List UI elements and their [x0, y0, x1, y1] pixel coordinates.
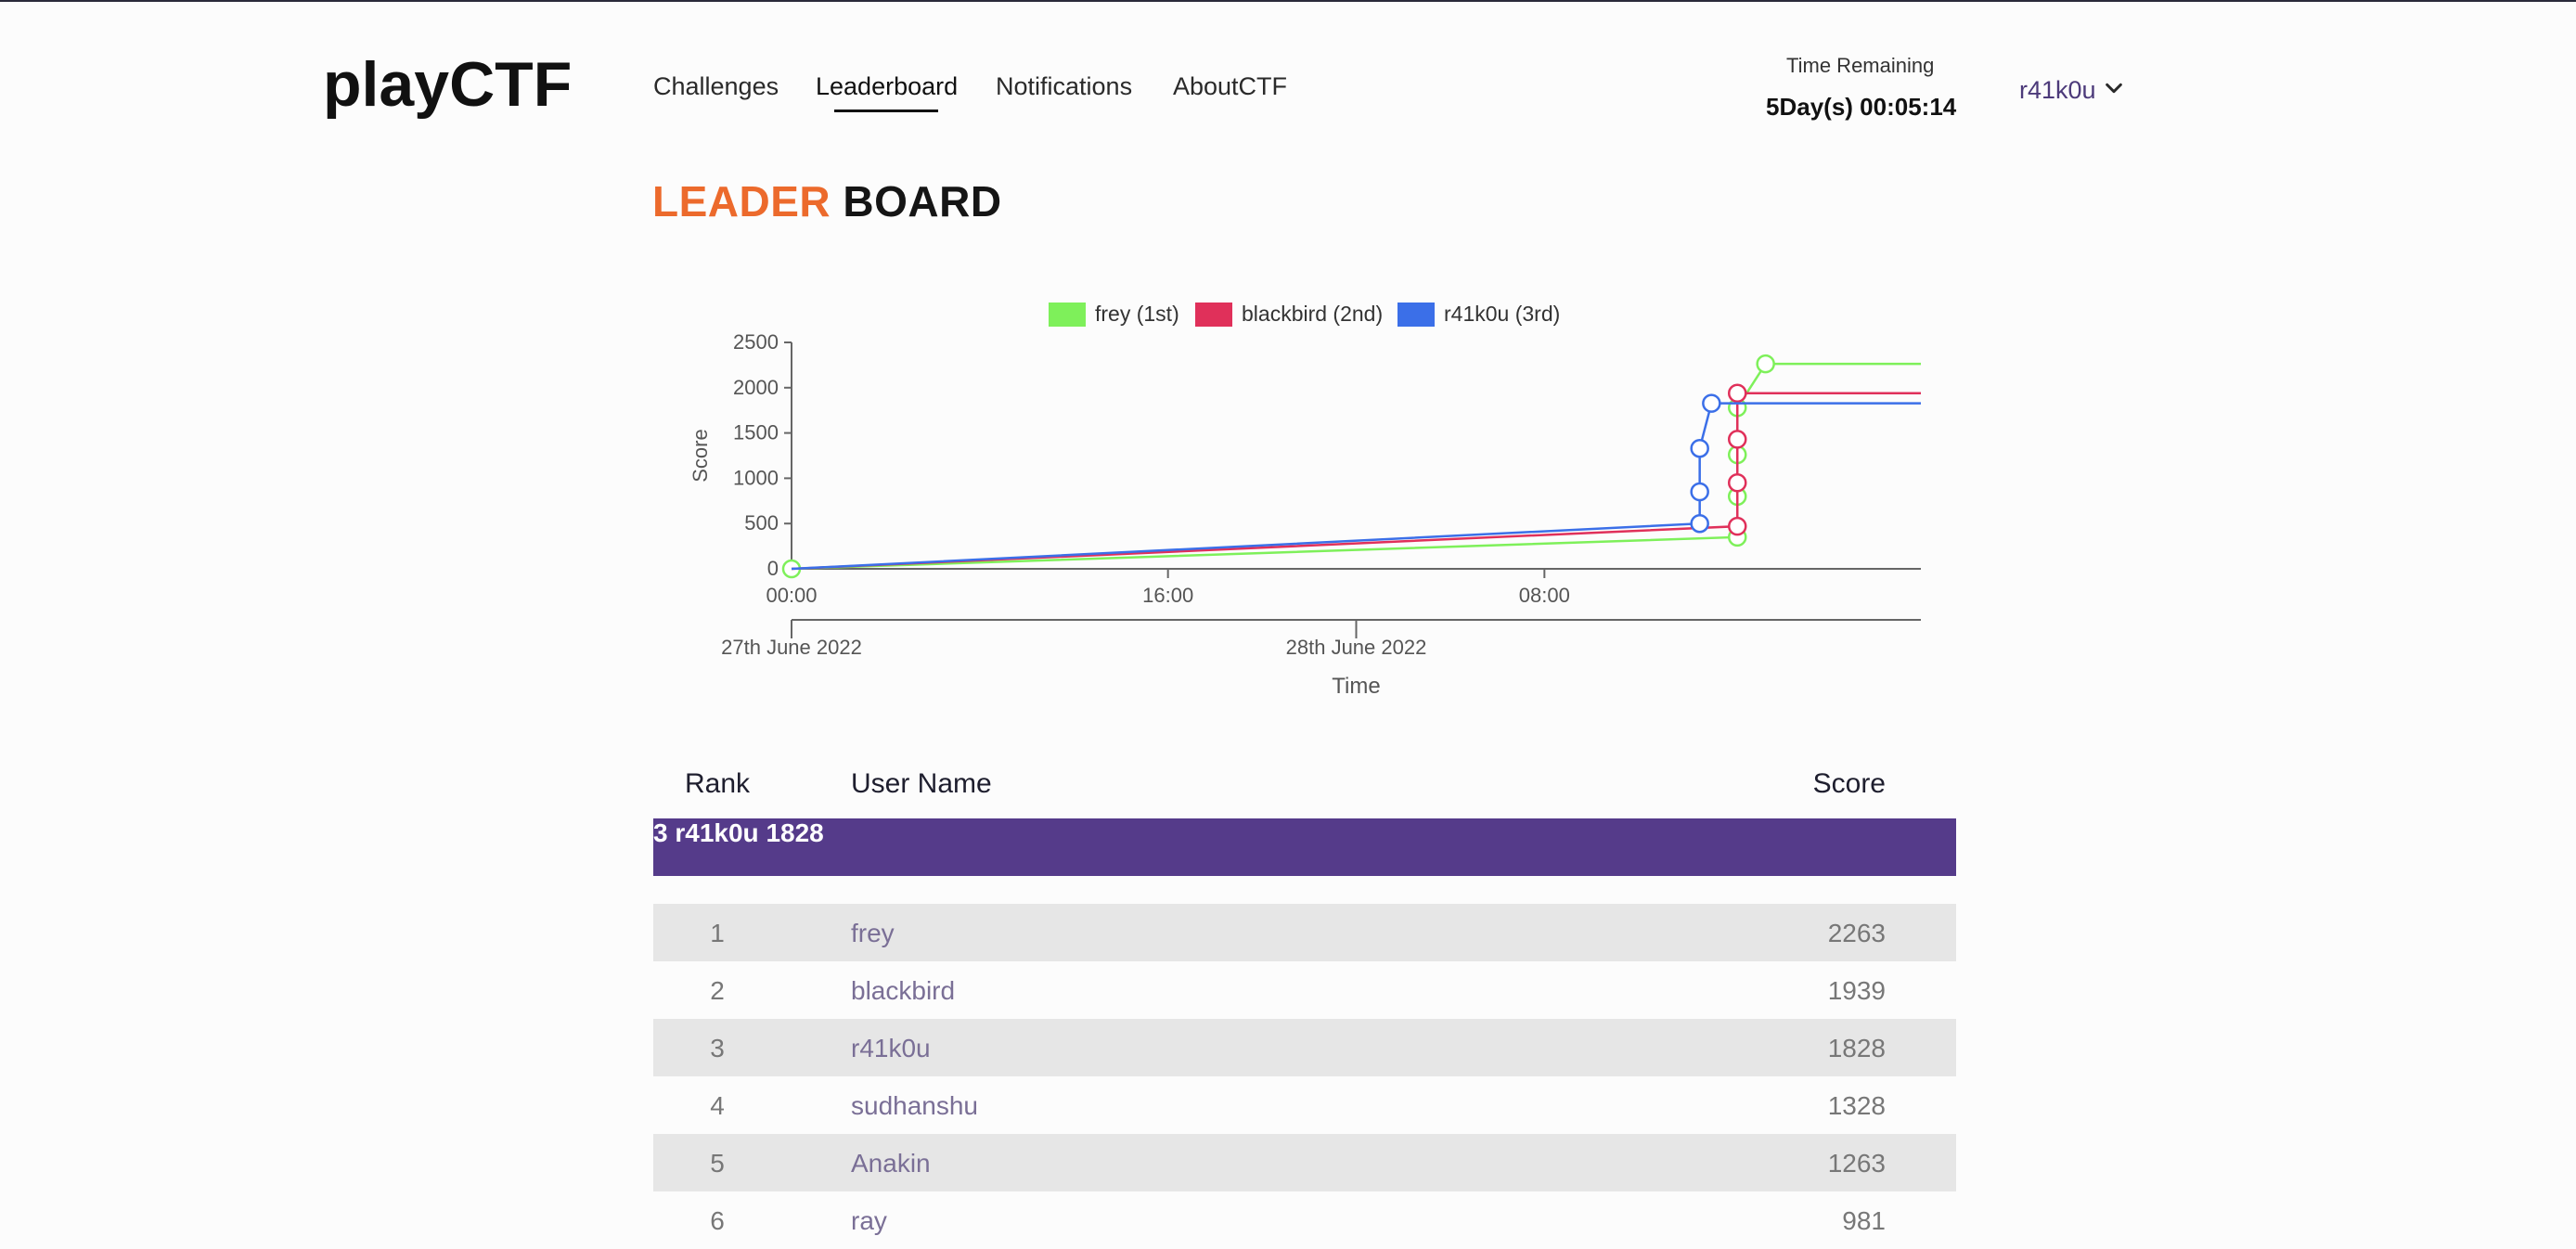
y-tick-label: 2000: [733, 376, 779, 399]
row-rank: 4: [710, 1091, 725, 1120]
date-tick-label: 28th June 2022: [1286, 636, 1427, 659]
current-user-score: 1828: [766, 818, 824, 847]
legend-label: r41k0u (3rd): [1444, 302, 1560, 326]
y-axis-title: Score: [689, 429, 712, 482]
row-rank: 5: [710, 1149, 725, 1178]
x-tick-label: 16:00: [1142, 584, 1193, 607]
nav-aboutctf[interactable]: AboutCTF: [1173, 72, 1287, 101]
data-point: [1702, 393, 1721, 413]
row-name[interactable]: r41k0u: [851, 1034, 931, 1063]
y-tick-label: 500: [744, 511, 779, 534]
data-point: [1727, 473, 1747, 493]
row-name[interactable]: ray: [851, 1206, 887, 1236]
y-tick-label: 1000: [733, 466, 779, 489]
series-line: [791, 392, 1921, 571]
y-tick-label: 2500: [733, 330, 779, 354]
nav-leaderboard[interactable]: Leaderboard: [816, 72, 958, 101]
user-menu[interactable]: r41k0u: [2019, 76, 2124, 105]
row-score: 1828: [1827, 1034, 1886, 1062]
data-point: [1690, 513, 1709, 534]
leaderboard-header: Rank User Name Score: [653, 768, 1956, 813]
score-header: Score: [1812, 768, 1886, 799]
series-line: [791, 362, 1921, 571]
row-score: 1328: [1827, 1091, 1886, 1120]
row-rank: 6: [710, 1206, 725, 1235]
data-point: [1727, 516, 1747, 536]
score-chart: 0 500 1000 1500 2000 2500 00:00 16:00 08:00 27th …: [689, 302, 1921, 699]
time-remaining-value: 5Day(s) 00:05:14: [1766, 93, 1957, 121]
row-rank: 3: [710, 1034, 725, 1062]
current-user-name: r41k0u: [675, 818, 759, 847]
legend-swatch: [1049, 303, 1086, 327]
row-name[interactable]: frey: [851, 919, 895, 948]
x-tick-label: 08:00: [1519, 584, 1570, 607]
time-remaining-label: Time Remaining: [1786, 54, 1935, 77]
table-row: 1 frey 2263: [653, 904, 1956, 961]
nav-challenges[interactable]: Challenges: [653, 72, 779, 101]
data-point: [1727, 430, 1747, 449]
page-title-accent: LEADER: [652, 177, 831, 225]
username-header: User Name: [851, 768, 992, 799]
data-point: [1690, 438, 1709, 458]
table-row: 3 r41k0u 1828: [653, 1019, 1956, 1076]
row-name[interactable]: sudhanshu: [851, 1091, 978, 1121]
x-tick-label: 00:00: [766, 584, 817, 607]
table-row: 6 ray 981: [653, 1191, 1956, 1249]
legend-label: blackbird (2nd): [1242, 302, 1383, 326]
row-name[interactable]: blackbird: [851, 976, 955, 1006]
row-score: 1263: [1827, 1149, 1886, 1178]
table-row: 5 Anakin 1263: [653, 1134, 1956, 1191]
x-axis-title: Time: [1332, 674, 1380, 699]
chevron-down-icon: [2104, 76, 2124, 105]
date-tick-label: 27th June 2022: [721, 636, 862, 659]
legend-label: frey (1st): [1095, 302, 1179, 326]
page-title: LEADER BOARD: [652, 176, 1002, 226]
data-point: [1727, 383, 1747, 404]
y-tick-label: 1500: [733, 421, 779, 444]
row-score: 981: [1842, 1206, 1886, 1235]
rank-header: Rank: [684, 768, 751, 799]
data-point: [1690, 482, 1709, 502]
row-rank: 1: [710, 919, 725, 947]
page-title-main: BOARD: [843, 177, 1002, 225]
legend-swatch: [1397, 303, 1435, 327]
row-rank: 2: [710, 976, 725, 1005]
table-row: 2 blackbird 1939: [653, 961, 1956, 1019]
row-score: 2263: [1827, 919, 1886, 947]
username: r41k0u: [2019, 76, 2096, 104]
row-name[interactable]: Anakin: [851, 1149, 931, 1178]
table-row: 4 sudhanshu 1328: [653, 1076, 1956, 1134]
nav-notifications[interactable]: Notifications: [996, 72, 1132, 101]
logo[interactable]: playCTF: [323, 48, 572, 121]
legend-swatch: [1195, 303, 1232, 327]
current-user-rank: 3: [653, 818, 668, 847]
active-nav-indicator: [834, 109, 938, 112]
current-user-row: 3 r41k0u 1828: [653, 818, 1956, 876]
y-tick-label: 0: [767, 557, 779, 580]
data-point: [1756, 354, 1775, 374]
row-score: 1939: [1827, 976, 1886, 1005]
